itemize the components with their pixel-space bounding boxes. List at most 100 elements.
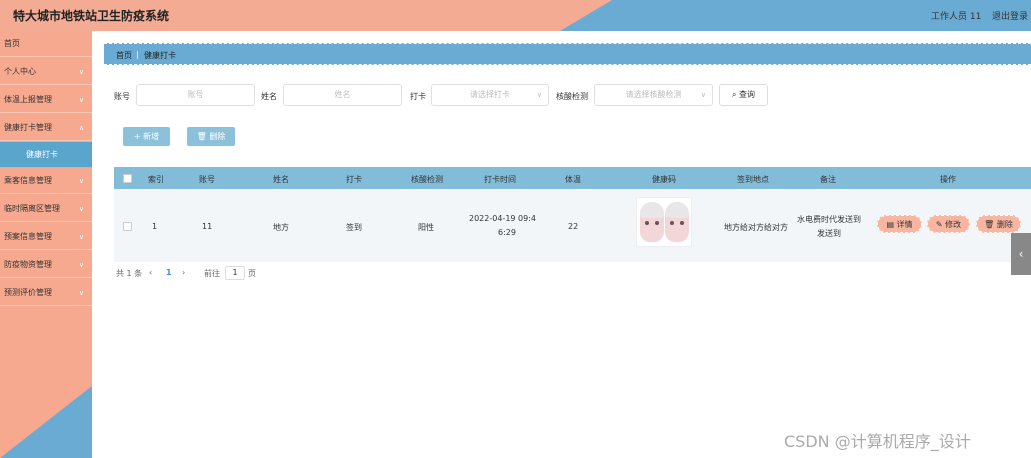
detail-button[interactable]: ▤ 详情 [877, 215, 922, 233]
document-icon: ▤ [886, 220, 897, 229]
sidebar-decoration [0, 386, 92, 458]
sidebar: 首页 个人中心 ∨ 体温上报管理 ∨ 健康打卡管理 ∧ 健康打卡 乘客信息管理 ∨ 临时… [0, 31, 92, 458]
row-delete-button[interactable]: 🗑 删除 [976, 215, 1021, 233]
logout-link[interactable]: 退出登录 [992, 9, 1028, 22]
query-label: 查询 [739, 90, 756, 99]
chevron-down-icon: ∨ [78, 68, 84, 76]
column-header: 健康码 [652, 175, 676, 184]
edit-button[interactable]: ✎ 修改 [927, 215, 970, 233]
sidebar-item-label: 临时隔离区管理 [4, 204, 60, 213]
app-title: 特大城市地铁站卫生防疫系统 [13, 9, 170, 23]
sidebar-item-personal-center[interactable]: 个人中心 ∨ [0, 59, 92, 85]
breadcrumb-current: 健康打卡 [144, 51, 176, 60]
detail-label: 详情 [896, 220, 913, 229]
query-button[interactable]: ⌕ 查询 [719, 84, 768, 106]
sidebar-item-label: 健康打卡管理 [4, 123, 52, 132]
cell-account: 11 [202, 222, 213, 231]
column-header: 备注 [820, 175, 836, 184]
sidebar-item-supplies[interactable]: 防疫物资管理 ∨ [0, 252, 92, 278]
sidebar-item-passenger[interactable]: 乘客信息管理 ∨ [0, 168, 92, 194]
breadcrumb-home[interactable]: 首页 [116, 50, 132, 61]
plus-icon: + [133, 132, 144, 141]
collapse-tab-chevron-left-icon[interactable]: ‹ [1011, 233, 1031, 275]
sidebar-item-plan[interactable]: 预案信息管理 ∨ [0, 224, 92, 250]
add-label: 新增 [143, 132, 160, 141]
column-header: 姓名 [273, 175, 289, 184]
cell-time-line2: 6:29 [498, 228, 516, 237]
table-header: 索引 账号 姓名 打卡 核酸检测 打卡时间 体温 健康码 签到地点 备注 操作 [114, 167, 1031, 189]
chevron-down-icon: ∨ [536, 91, 542, 99]
column-header: 核酸检测 [411, 175, 443, 184]
edit-icon: ✎ [935, 220, 946, 229]
nucleic-select[interactable]: 请选择核酸检测 ∨ [594, 84, 713, 106]
chevron-down-icon: ∨ [78, 96, 84, 104]
pager-total: 共 1 条 [116, 269, 143, 278]
chevron-down-icon: ∨ [78, 177, 84, 185]
chevron-up-icon: ∧ [78, 124, 84, 132]
name-input[interactable]: 姓名 [283, 84, 402, 106]
sidebar-item-isolation[interactable]: 临时隔离区管理 ∨ [0, 196, 92, 222]
cell-time-line1: 2022-04-19 09:4 [469, 214, 536, 223]
row-delete-label: 删除 [996, 220, 1013, 229]
pager-goto-label: 前往 [204, 269, 220, 278]
cell-index: 1 [152, 222, 158, 231]
column-header: 索引 [148, 175, 164, 184]
column-header: 打卡 [346, 175, 362, 184]
delete-button[interactable]: 🗑 删除 [187, 127, 235, 146]
column-header: 签到地点 [737, 175, 769, 184]
sidebar-item-temperature[interactable]: 体温上报管理 ∨ [0, 87, 92, 113]
select-all-checkbox[interactable] [123, 174, 132, 183]
sidebar-item-home[interactable]: 首页 [0, 31, 92, 57]
nucleic-label: 核酸检测 [556, 92, 588, 101]
cell-remark-line2: 发送到 [817, 229, 841, 238]
pager-next[interactable]: › [182, 268, 185, 277]
column-header: 体温 [565, 175, 581, 184]
chevron-down-icon: ∨ [78, 233, 84, 241]
trash-icon: 🗑 [196, 132, 210, 141]
chevron-down-icon: ∨ [78, 261, 84, 269]
health-code-image[interactable] [636, 197, 692, 247]
sidebar-item-evaluation[interactable]: 预测评价管理 ∨ [0, 280, 92, 306]
column-header: 打卡时间 [484, 175, 516, 184]
health-code-photo-right [665, 202, 689, 242]
column-header: 操作 [940, 175, 956, 184]
name-label: 姓名 [261, 92, 277, 101]
cell-remark-line1: 水电费时代发送到 [797, 215, 861, 224]
column-header: 账号 [199, 175, 215, 184]
checkin-select-placeholder: 请选择打卡 [470, 90, 510, 99]
search-icon: ⌕ [731, 90, 740, 99]
cell-checkin: 签到 [346, 223, 362, 232]
cell-nucleic: 阳性 [418, 223, 434, 232]
add-button[interactable]: + 新增 [123, 127, 170, 146]
sidebar-item-label: 预测评价管理 [4, 288, 52, 297]
cell-name: 地方 [273, 223, 289, 232]
pager-unit: 页 [248, 269, 256, 278]
sidebar-item-label: 首页 [4, 39, 20, 48]
sidebar-item-health-checkin[interactable]: 健康打卡 [0, 142, 92, 168]
health-code-photo-left [640, 202, 664, 242]
current-user: 工作人员 11 [931, 12, 982, 22]
account-input[interactable]: 账号 [136, 84, 255, 106]
pager-prev[interactable]: ‹ [149, 268, 152, 277]
nucleic-select-placeholder: 请选择核酸检测 [625, 90, 682, 99]
pager-goto-input[interactable]: 1 [225, 266, 245, 280]
sidebar-item-health-checkin-mgmt[interactable]: 健康打卡管理 ∧ [0, 115, 92, 141]
account-label: 账号 [114, 92, 130, 101]
cell-temperature: 22 [568, 222, 579, 231]
sidebar-item-label: 健康打卡 [26, 150, 58, 159]
sidebar-item-label: 体温上报管理 [4, 95, 52, 104]
row-checkbox[interactable] [123, 222, 132, 231]
trash-icon: 🗑 [984, 220, 997, 229]
pager-current-page[interactable]: 1 [166, 268, 172, 277]
breadcrumb-separator: | [136, 50, 139, 59]
sidebar-item-label: 个人中心 [4, 67, 36, 76]
sidebar-item-label: 乘客信息管理 [4, 176, 52, 185]
sidebar-item-label: 预案信息管理 [4, 232, 52, 241]
cell-location: 地方给对方给对方 [724, 223, 788, 232]
checkin-select[interactable]: 请选择打卡 ∨ [431, 84, 549, 106]
chevron-down-icon: ∨ [78, 205, 84, 213]
chevron-down-icon: ∨ [700, 91, 706, 99]
top-header: 特大城市地铁站卫生防疫系统 工作人员 11 退出登录 [0, 0, 1031, 31]
edit-label: 修改 [945, 220, 962, 229]
checkin-label: 打卡 [410, 92, 426, 101]
